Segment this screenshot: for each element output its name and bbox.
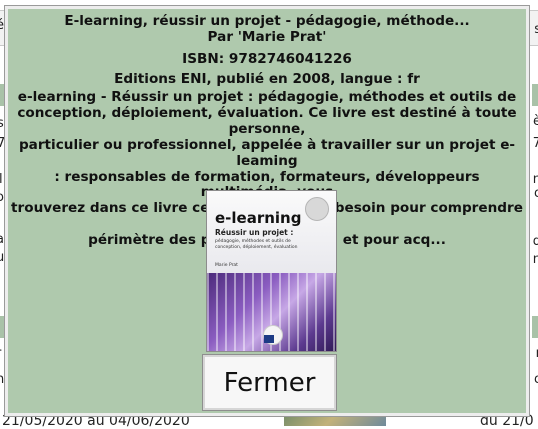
cover-small-text: pédagogie, méthodes et outils de concept… (215, 239, 298, 250)
book-publication-info: Editions ENI, publié en 2008, langue : f… (114, 71, 420, 87)
book-cover-image: e-learning Réussir un projet : pédagogie… (206, 190, 337, 352)
background-fragment: n (0, 372, 5, 387)
book-author: Par 'Marie Prat' (207, 29, 327, 45)
background-right-strip (532, 84, 538, 106)
background-fragment: 7 (532, 136, 538, 151)
background-fragment: o (0, 190, 4, 205)
description-line: e-learning - Réussir un projet : pédagog… (17, 89, 517, 105)
background-right-strip-2 (532, 316, 538, 338)
background-fragment: d (532, 234, 538, 249)
background-fragment: r (0, 346, 1, 361)
cover-subtitle: Réussir un projet : (215, 228, 294, 237)
cover-author: Marie Prat (215, 263, 238, 268)
book-details-dialog: E-learning, réussir un projet - pédagogi… (5, 6, 529, 416)
description-line: particulier ou professionnel, appelée à … (18, 136, 516, 169)
background-fragment: o (534, 186, 538, 201)
background-thumbnail (284, 416, 386, 426)
cover-title: e-learning (215, 209, 302, 227)
background-fragment: u (0, 250, 5, 265)
background-fragment: n (532, 252, 538, 267)
background-fragment: o (534, 372, 538, 387)
close-button[interactable]: Fermer (202, 354, 337, 411)
publisher-logo-icon (305, 197, 329, 221)
background-fragment: l (0, 172, 3, 187)
publisher-badge-icon (264, 335, 274, 343)
background-fragment: é (0, 18, 4, 33)
description-line: conception, déploiement, évaluation. Ce … (17, 104, 517, 137)
background-fragment: n (532, 172, 538, 187)
background-fragment: è (533, 114, 538, 129)
background-fragment: s (0, 116, 4, 131)
book-isbn: ISBN: 9782746041226 (182, 51, 352, 67)
background-fragment: s (534, 22, 538, 37)
background-fragment: a (0, 232, 4, 247)
